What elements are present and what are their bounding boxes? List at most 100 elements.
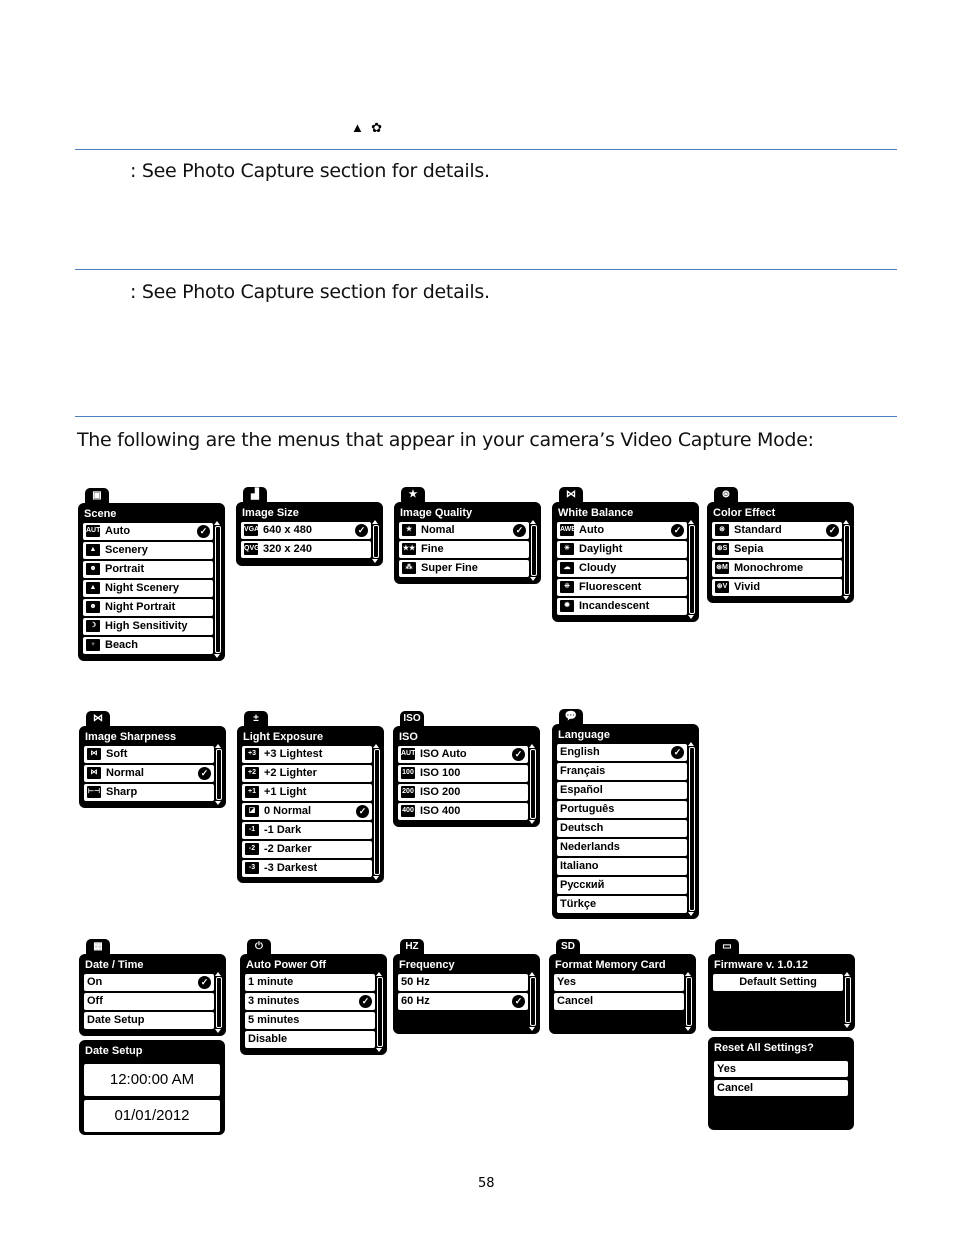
menu-option[interactable]: 3 minutes ✓ bbox=[245, 993, 375, 1010]
menu-option[interactable]: 5 minutes bbox=[245, 1012, 375, 1029]
iso-icon[interactable]: ISO bbox=[400, 711, 424, 727]
scrollbar[interactable] bbox=[844, 972, 851, 1028]
check-icon: ✓ bbox=[356, 805, 369, 818]
scrollbar[interactable] bbox=[530, 520, 537, 581]
menu-option[interactable]: AWB Auto ✓ bbox=[557, 522, 687, 539]
scrollbar[interactable] bbox=[214, 521, 221, 658]
menu-option[interactable]: ★ Nomal ✓ bbox=[399, 522, 529, 539]
scene-icon[interactable]: ▣ bbox=[85, 488, 109, 504]
menu-option[interactable]: ★★ Fine bbox=[399, 541, 529, 558]
menu-option[interactable]: ☻ Night Portrait bbox=[83, 599, 213, 616]
menu-option[interactable]: QVGA320 x 240 bbox=[241, 541, 371, 558]
window-icon[interactable]: ▭ bbox=[715, 939, 739, 955]
menu-option[interactable]: Türkçe bbox=[557, 896, 687, 913]
check-icon: ✓ bbox=[513, 524, 526, 537]
option-label: Cancel bbox=[557, 995, 594, 1007]
scrollbar[interactable] bbox=[529, 744, 536, 824]
menu-option[interactable]: English ✓ bbox=[557, 744, 687, 761]
menu-option[interactable]: 50 Hz bbox=[398, 974, 528, 991]
menu-option[interactable]: 200 ISO 200 bbox=[398, 784, 528, 801]
time-field[interactable]: 12:00:00 AM bbox=[84, 1064, 220, 1096]
option-label: ISO Auto bbox=[420, 748, 467, 760]
menu-option[interactable]: ⊛ Standard ✓ bbox=[712, 522, 842, 539]
menu-option[interactable]: 100 ISO 100 bbox=[398, 765, 528, 782]
menu-option[interactable]: ◪ 0 Normal ✓ bbox=[242, 803, 372, 820]
menu-option[interactable]: Nederlands bbox=[557, 839, 687, 856]
menu-option[interactable]: Português bbox=[557, 801, 687, 818]
sharpness-icon[interactable]: ⋈ bbox=[86, 711, 110, 727]
menu-option[interactable]: -2 -2 Darker bbox=[242, 841, 372, 858]
star-icon[interactable]: ★ bbox=[401, 487, 425, 503]
check-icon: ✓ bbox=[197, 525, 210, 538]
menu-option[interactable]: ☽ High Sensitivity bbox=[83, 618, 213, 635]
scrollbar[interactable] bbox=[843, 520, 850, 600]
menu-option[interactable]: ⊛V Vivid bbox=[712, 579, 842, 596]
menu-option[interactable]: Italiano bbox=[557, 858, 687, 875]
calendar-icon[interactable]: ▦ bbox=[86, 939, 110, 955]
exposure-icon[interactable]: ± bbox=[244, 711, 268, 727]
menu-option[interactable]: Deutsch bbox=[557, 820, 687, 837]
menu-option[interactable]: ⁂ Super Fine bbox=[399, 560, 529, 577]
date-field[interactable]: 01/01/2012 bbox=[84, 1100, 220, 1132]
option-icon: ▲ bbox=[86, 582, 100, 595]
menu-option[interactable]: Off bbox=[84, 993, 214, 1010]
color-effect-icon[interactable]: ⊛ bbox=[714, 487, 738, 503]
option-label: Yes bbox=[557, 976, 576, 988]
menu-option[interactable]: ⋈ Soft bbox=[84, 746, 214, 763]
menu-option[interactable]: ☻ Portrait bbox=[83, 561, 213, 578]
menu-option[interactable]: ☀ Daylight bbox=[557, 541, 687, 558]
menu-option[interactable]: +2 +2 Lighter bbox=[242, 765, 372, 782]
option-icon: ⁂ bbox=[402, 562, 416, 575]
scrollbar[interactable] bbox=[215, 744, 222, 805]
menu-option[interactable]: Yes bbox=[554, 974, 684, 991]
menu-option[interactable]: AUTOAuto ✓ bbox=[83, 523, 213, 540]
menu-option[interactable]: 1 minute bbox=[245, 974, 375, 991]
menu-option[interactable]: Русский bbox=[557, 877, 687, 894]
menu-option[interactable]: 400 ISO 400 bbox=[398, 803, 528, 820]
menu-option[interactable]: Español bbox=[557, 782, 687, 799]
image-size-icon[interactable]: ▟ bbox=[243, 487, 267, 503]
menu-option[interactable]: -3 -3 Darkest bbox=[242, 860, 372, 877]
menu-option[interactable]: +1 +1 Light bbox=[242, 784, 372, 801]
menu-option[interactable]: ⊛S Sepia bbox=[712, 541, 842, 558]
menu-option[interactable]: AUTOISO Auto ✓ bbox=[398, 746, 528, 763]
menu-option[interactable]: ♆ Beach bbox=[83, 637, 213, 654]
menu-options: English ✓ Français Español Português Deutsch N… bbox=[557, 744, 687, 915]
reset-yes-option[interactable]: Yes bbox=[714, 1061, 848, 1077]
power-icon[interactable]: ⏻ bbox=[247, 939, 271, 955]
menu-option[interactable]: ⋈ Normal ✓ bbox=[84, 765, 214, 782]
scrollbar[interactable] bbox=[215, 972, 222, 1033]
scrollbar[interactable] bbox=[529, 972, 536, 1031]
option-icon: QVGA bbox=[244, 543, 265, 556]
scrollbar[interactable] bbox=[688, 742, 695, 916]
white-balance-icon[interactable]: ⋈ bbox=[559, 487, 583, 503]
menu-option[interactable]: ⊢⊣ Sharp bbox=[84, 784, 214, 801]
menu-option[interactable]: ☁ Cloudy bbox=[557, 560, 687, 577]
menu-option[interactable]: VGA 640 x 480 ✓ bbox=[241, 522, 371, 539]
option-label: Русский bbox=[560, 879, 605, 891]
scrollbar[interactable] bbox=[688, 520, 695, 619]
menu-option[interactable]: -1 -1 Dark bbox=[242, 822, 372, 839]
menu-option[interactable]: +3 +3 Lightest bbox=[242, 746, 372, 763]
sd-card-icon[interactable]: SD bbox=[556, 939, 580, 955]
menu-option[interactable]: ✹ Incandescent bbox=[557, 598, 687, 615]
scrollbar[interactable] bbox=[372, 520, 379, 563]
menu-option[interactable]: 60 Hz ✓ bbox=[398, 993, 528, 1010]
menu-option[interactable]: ▲ Scenery bbox=[83, 542, 213, 559]
menu-option[interactable]: Disable bbox=[245, 1031, 375, 1048]
scrollbar[interactable] bbox=[376, 972, 383, 1052]
menu-option[interactable]: Français bbox=[557, 763, 687, 780]
menu-option[interactable]: On ✓ bbox=[84, 974, 214, 991]
scrollbar[interactable] bbox=[685, 972, 692, 1031]
menu-option[interactable]: Cancel bbox=[554, 993, 684, 1010]
option-label: -1 Dark bbox=[264, 824, 302, 836]
menu-option[interactable]: Default Setting bbox=[713, 974, 843, 991]
reset-cancel-option[interactable]: Cancel bbox=[714, 1080, 848, 1096]
hz-icon[interactable]: HZ bbox=[400, 939, 424, 955]
menu-option[interactable]: ⊛M Monochrome bbox=[712, 560, 842, 577]
speech-bubble-icon[interactable]: 💬 bbox=[559, 709, 583, 725]
menu-option[interactable]: ▲ Night Scenery bbox=[83, 580, 213, 597]
menu-option[interactable]: ⁜ Fluorescent bbox=[557, 579, 687, 596]
menu-title: Reset All Settings? bbox=[714, 1042, 814, 1054]
scrollbar[interactable] bbox=[373, 744, 380, 880]
